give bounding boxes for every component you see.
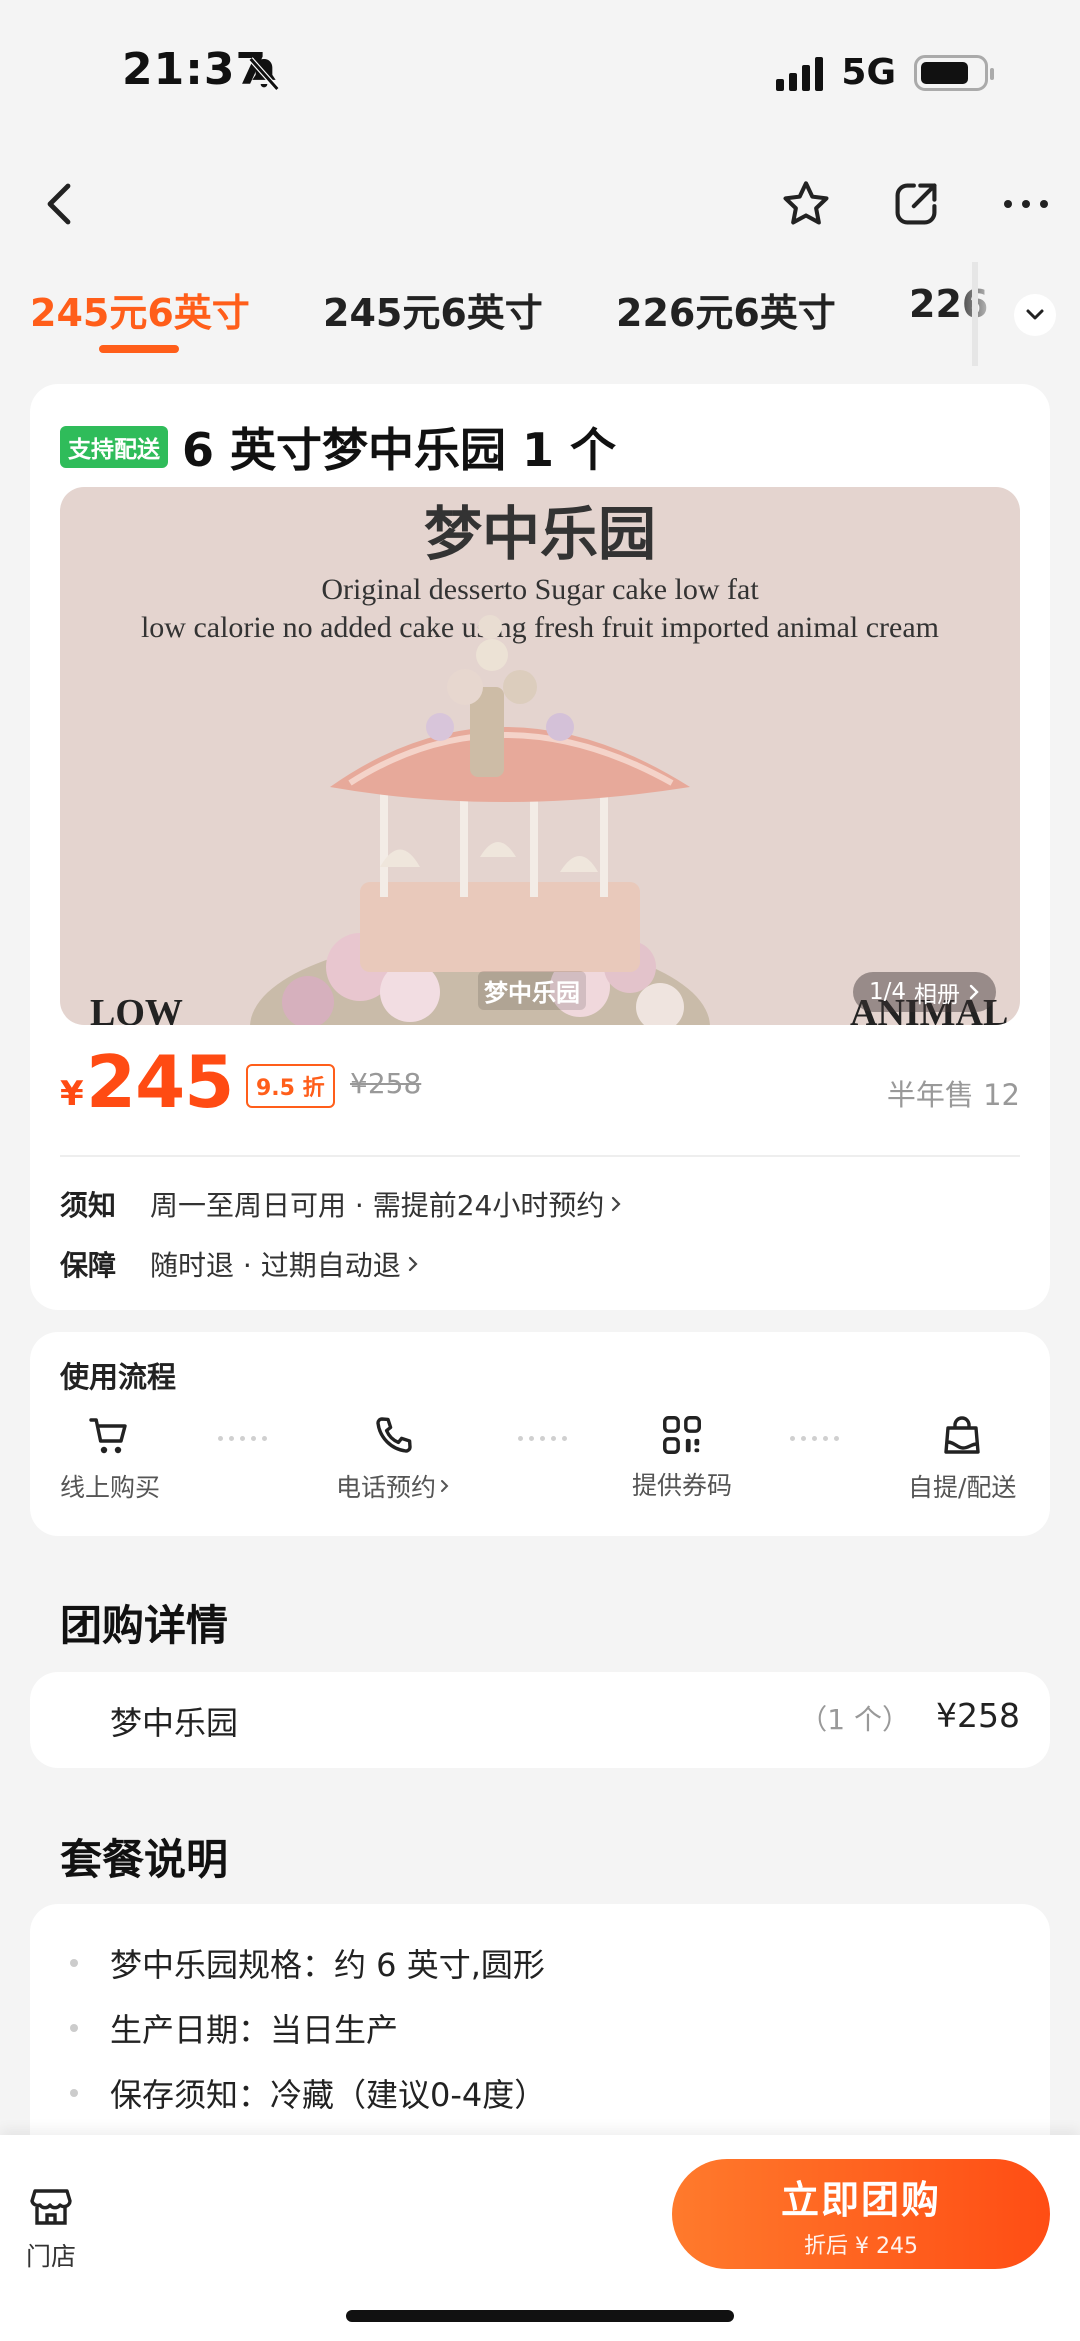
tab-spec-3[interactable]: 226元6英寸 bbox=[616, 282, 836, 337]
album-label: 相册 bbox=[914, 982, 961, 1008]
chevron-right-icon bbox=[441, 1480, 449, 1492]
group-detail-title: 团购详情 bbox=[60, 1601, 229, 1650]
share-icon bbox=[895, 183, 937, 225]
flow-step-label: 电话预约 bbox=[336, 1473, 437, 1502]
chevron-down-icon bbox=[1026, 309, 1044, 320]
battery-icon bbox=[914, 54, 994, 91]
flow-dots bbox=[790, 1436, 839, 1441]
price-currency: ¥ bbox=[60, 1074, 84, 1114]
chevron-left-icon bbox=[47, 183, 71, 225]
group-detail-card: 梦中乐园 （1 个） ¥258 bbox=[30, 1672, 1050, 1768]
battery-fill bbox=[921, 61, 968, 84]
album-button[interactable]: 1/4 相册 bbox=[853, 972, 997, 1012]
tab-spec-2[interactable]: 245元6英寸 bbox=[323, 282, 543, 337]
list-item: 保存须知：冷藏（建议0-4度） bbox=[70, 2060, 546, 2125]
list-item: 梦中乐园规格：约 6 英寸,圆形 bbox=[70, 1930, 546, 1995]
buy-now-label: 立即团购 bbox=[780, 2177, 941, 2222]
status-bar: 21:37 5G bbox=[0, 0, 1080, 140]
deal-price: 245 bbox=[86, 1040, 234, 1124]
signal-icon bbox=[776, 55, 824, 91]
phone-icon bbox=[376, 1417, 412, 1453]
deal-card: 支持配送 6 英寸梦中乐园 1 个 梦中乐园 Original desserto… bbox=[30, 384, 1050, 1310]
home-indicator bbox=[346, 2310, 734, 2322]
detail-item-price: ¥258 bbox=[936, 1696, 1020, 1735]
guarantee-row[interactable]: 保障 随时退 · 过期自动退 bbox=[60, 1244, 419, 1284]
product-image[interactable]: 梦中乐园 Original desserto Sugar cake low fa… bbox=[60, 487, 1020, 1025]
flow-step-pickup: 自提/配送 bbox=[908, 1412, 1016, 1504]
package-title: 套餐说明 bbox=[60, 1835, 229, 1884]
flow-step-call[interactable]: 电话预约 bbox=[336, 1412, 450, 1504]
chevron-right-icon bbox=[969, 984, 979, 1000]
store-label: 门店 bbox=[26, 2242, 77, 2271]
price-row: ¥ 245 9.5 折 ¥258 半年售 12 bbox=[60, 1034, 1020, 1134]
share-button[interactable] bbox=[884, 172, 948, 236]
more-button[interactable] bbox=[994, 172, 1058, 236]
chevron-right-icon bbox=[612, 1196, 621, 1212]
tabs-expand-button[interactable] bbox=[1014, 294, 1056, 336]
image-caption: 梦中乐园 bbox=[478, 971, 586, 1010]
flow-step-label: 提供券码 bbox=[632, 1471, 733, 1500]
album-index: 1/4 bbox=[869, 979, 907, 1005]
flow-title: 使用流程 bbox=[60, 1360, 177, 1394]
spec-tabs: 245元6英寸 245元6英寸 226元6英寸 226 bbox=[0, 262, 1080, 366]
flow-step-buy: 线上购买 bbox=[60, 1412, 160, 1504]
favorite-button[interactable] bbox=[774, 172, 838, 236]
store-icon bbox=[30, 2189, 72, 2225]
delivery-tag: 支持配送 bbox=[60, 426, 168, 468]
guarantee-label: 保障 bbox=[60, 1249, 117, 1282]
list-item: 生产日期：当日生产 bbox=[70, 1995, 546, 2060]
sold-count: 半年售 12 bbox=[886, 1078, 1020, 1112]
flow-dots bbox=[518, 1436, 567, 1441]
back-button[interactable] bbox=[28, 172, 92, 236]
buy-now-button[interactable]: 立即团购 折后 ¥ 245 bbox=[672, 2159, 1050, 2269]
detail-item-qty: （1 个） bbox=[799, 1703, 910, 1736]
notice-label: 须知 bbox=[60, 1189, 117, 1222]
store-button[interactable]: 门店 bbox=[26, 2183, 76, 2273]
tab-spec-1[interactable]: 245元6英寸 bbox=[30, 282, 250, 337]
chevron-right-icon bbox=[408, 1256, 418, 1272]
flow-step-label: 自提/配送 bbox=[908, 1473, 1017, 1502]
guarantee-text: 随时退 · 过期自动退 bbox=[150, 1249, 401, 1282]
qr-code-icon bbox=[663, 1416, 701, 1454]
carousel-cake-illustration bbox=[250, 615, 710, 1025]
star-icon bbox=[783, 181, 829, 225]
flow-dots bbox=[218, 1436, 267, 1441]
notice-row[interactable]: 须知 周一至周日可用 · 需提前24小时预约 bbox=[60, 1184, 622, 1224]
buy-now-sub: 折后 ¥ 245 bbox=[804, 2233, 918, 2259]
tab-active-indicator bbox=[99, 345, 179, 353]
divider bbox=[60, 1155, 1020, 1157]
flow-step-label: 线上购买 bbox=[60, 1473, 161, 1502]
more-dots-icon bbox=[1004, 200, 1048, 208]
bag-icon bbox=[944, 1416, 980, 1454]
package-list: 梦中乐园规格：约 6 英寸,圆形 生产日期：当日生产 保存须知：冷藏（建议0-4… bbox=[70, 1930, 546, 2125]
tabs-divider bbox=[972, 262, 978, 366]
original-price: ¥258 bbox=[350, 1067, 422, 1100]
notice-text: 周一至周日可用 · 需提前24小时预约 bbox=[150, 1189, 605, 1222]
network-type: 5G bbox=[841, 52, 896, 93]
cart-icon bbox=[89, 1418, 127, 1454]
flow-step-code: 提供券码 bbox=[632, 1412, 732, 1502]
top-nav bbox=[0, 160, 1080, 250]
discount-badge: 9.5 折 bbox=[246, 1064, 335, 1108]
deal-title: 6 英寸梦中乐园 1 个 bbox=[182, 423, 617, 477]
usage-flow-card: 使用流程 线上购买 电话预约 提供券码 自提/配送 bbox=[30, 1332, 1050, 1536]
detail-item-name: 梦中乐园 bbox=[110, 1704, 239, 1742]
image-corner-left: LOW bbox=[90, 992, 183, 1025]
bell-muted-icon bbox=[248, 57, 280, 91]
